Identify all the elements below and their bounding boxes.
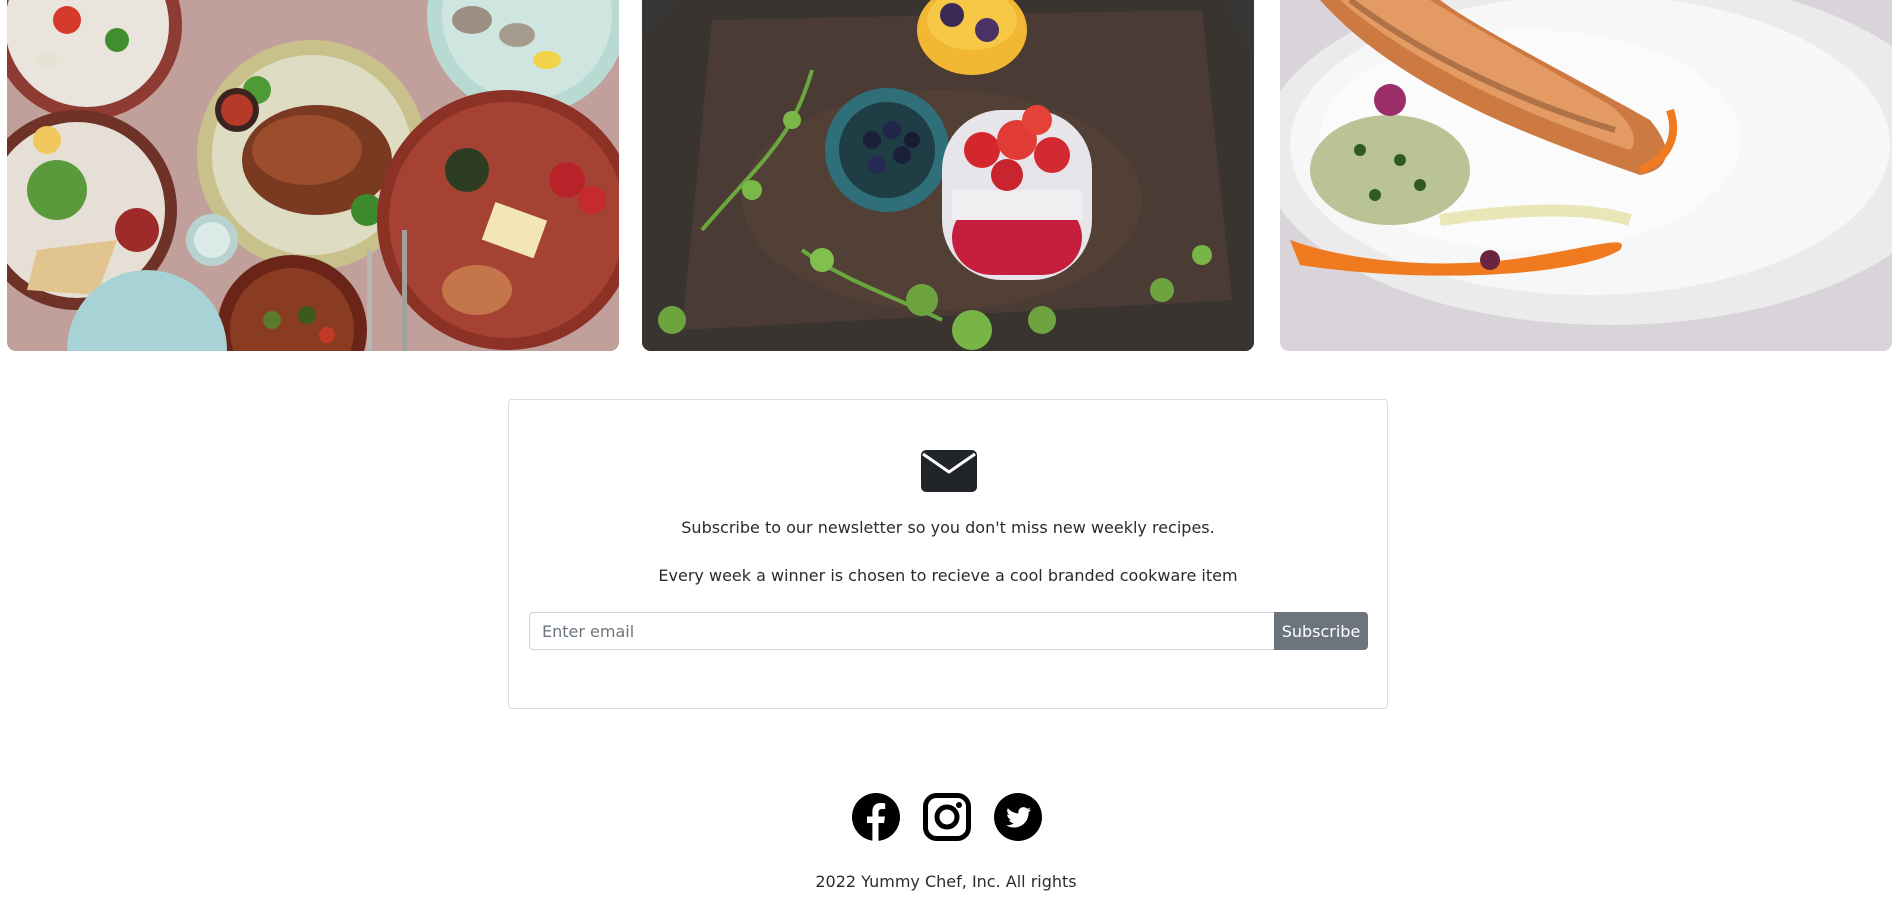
newsletter-card: Subscribe to our newsletter so you don't… xyxy=(508,399,1388,709)
food-spread-image xyxy=(7,0,619,351)
email-input[interactable] xyxy=(529,612,1274,650)
newsletter-prize-text: Every week a winner is chosen to recieve… xyxy=(658,566,1238,585)
subscribe-form: Subscribe xyxy=(529,612,1368,650)
berries-dessert-image xyxy=(642,0,1254,351)
image-gallery xyxy=(7,0,1892,351)
facebook-icon[interactable] xyxy=(852,793,900,841)
social-links xyxy=(852,793,1042,841)
salmon-dish-image xyxy=(1280,0,1892,351)
instagram-icon[interactable] xyxy=(923,793,971,841)
subscribe-button[interactable]: Subscribe xyxy=(1274,612,1368,650)
newsletter-description: Subscribe to our newsletter so you don't… xyxy=(681,518,1215,537)
envelope-icon xyxy=(921,450,977,492)
copyright-text: 2022 Yummy Chef, Inc. All rights xyxy=(815,872,1077,891)
twitter-icon[interactable] xyxy=(994,793,1042,841)
